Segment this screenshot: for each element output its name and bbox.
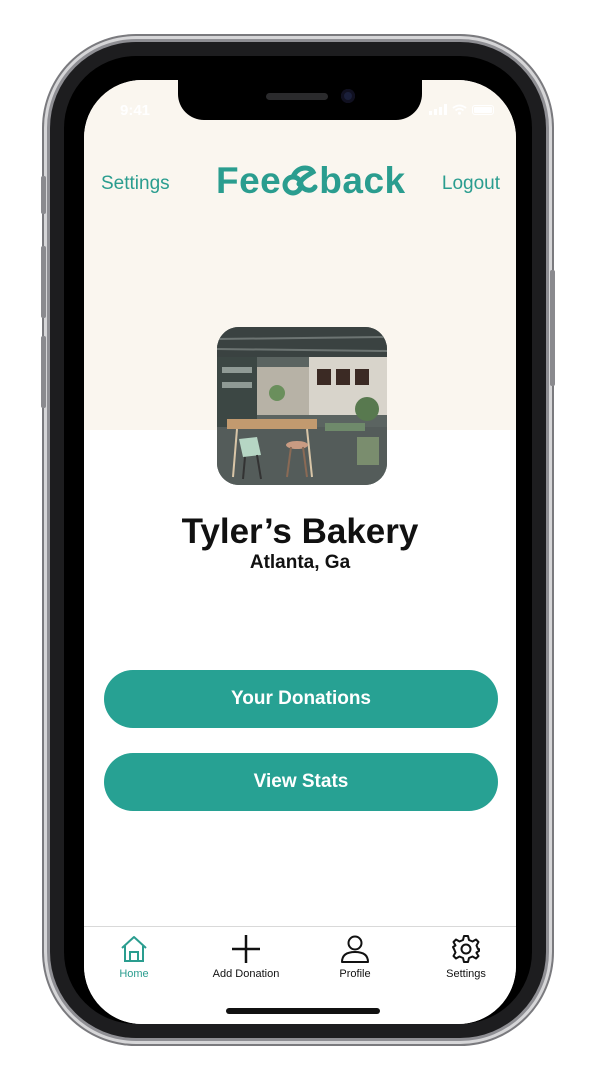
tab-add-donation-label: Add Donation — [212, 968, 280, 980]
brand-logo: Fee back — [216, 160, 406, 201]
view-stats-button[interactable]: View Stats — [104, 753, 498, 811]
donation-logo-mark — [282, 165, 318, 196]
tab-profile-label: Profile — [339, 968, 371, 980]
battery-icon — [472, 104, 494, 115]
settings-link[interactable]: Settings — [101, 173, 170, 195]
status-time: 9:41 — [120, 102, 151, 119]
home-icon — [121, 936, 147, 962]
silent-switch — [41, 176, 46, 214]
tab-home-label: Home — [119, 968, 149, 980]
signal-icon — [429, 104, 447, 115]
tab-settings-label: Settings — [446, 968, 486, 980]
restaurant-interior-photo — [217, 327, 387, 485]
your-donations-button[interactable]: Your Donations — [104, 670, 498, 728]
power-button — [550, 270, 555, 386]
volume-down-button — [41, 336, 46, 408]
app-screen: 9:41 Settings Fee back Logout Tyler’s Ba… — [84, 80, 516, 1024]
tab-profile[interactable]: Profile — [310, 933, 400, 980]
plus-icon — [232, 935, 260, 963]
top-navigation: Settings Fee back Logout — [84, 160, 516, 206]
tab-settings[interactable]: Settings — [421, 933, 511, 980]
business-name: Tyler’s Bakery — [181, 512, 419, 551]
wifi-icon — [452, 104, 467, 115]
home-indicator[interactable] — [226, 1008, 380, 1014]
tab-add-donation[interactable]: Add Donation — [201, 933, 291, 980]
tab-home[interactable]: Home — [89, 933, 179, 980]
status-icons — [429, 104, 494, 115]
person-icon — [341, 935, 369, 963]
camera-notch — [178, 80, 422, 120]
business-location: Atlanta, Ga — [249, 552, 351, 573]
business-avatar — [217, 327, 387, 485]
logout-link[interactable]: Logout — [442, 173, 500, 195]
speaker-grille — [266, 93, 328, 100]
gear-icon — [452, 935, 480, 963]
front-camera — [341, 89, 355, 103]
volume-up-button — [41, 246, 46, 318]
